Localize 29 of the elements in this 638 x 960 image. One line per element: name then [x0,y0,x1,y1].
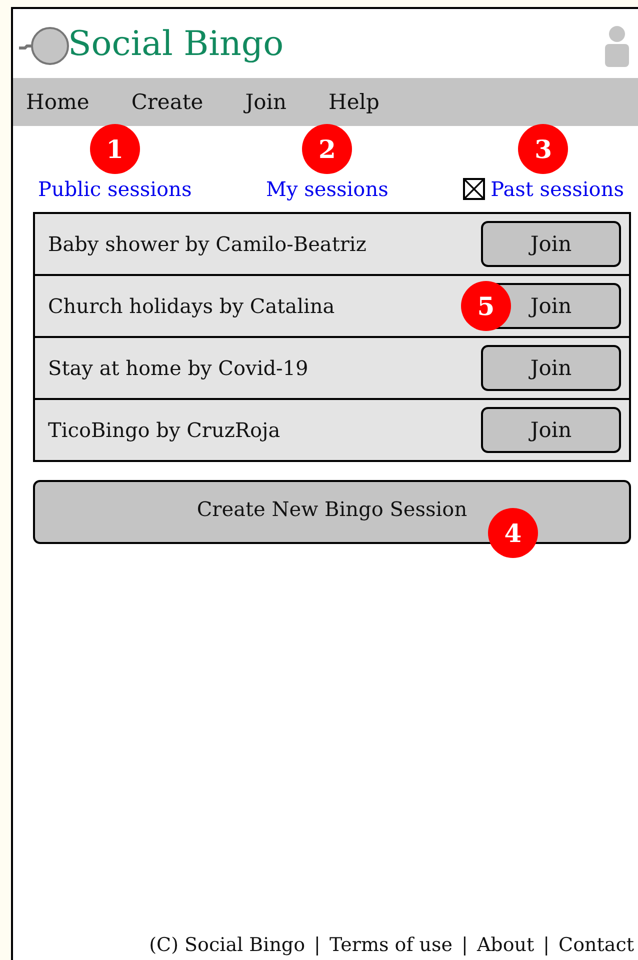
join-button[interactable]: Join [481,221,621,267]
separator: | [314,934,320,956]
session-name: Stay at home by Covid-19 [48,356,308,380]
session-name: Church holidays by Catalina [48,294,335,318]
copyright-text: (C) Social Bingo [149,934,306,956]
user-icon [604,24,630,66]
footer-link[interactable]: Contact [558,934,634,956]
footer-link[interactable]: Terms of use [329,934,453,956]
logo-icon [18,26,70,64]
callout-tooltip: 5 [461,281,511,331]
tab-link[interactable]: Past sessions [490,177,624,201]
join-button[interactable]: Join [481,345,621,391]
callout-tooltip: 2 [302,124,352,174]
footer-link[interactable]: About [476,934,534,956]
checkbox[interactable] [462,178,485,200]
separator: | [543,934,550,956]
tab-link[interactable]: My sessions [266,177,388,201]
tab-link[interactable]: Public sessions [38,177,192,201]
nav-link[interactable]: Join [245,90,287,114]
join-button[interactable]: Join [481,407,621,453]
app-title: Social Bingo [68,24,284,64]
separator: | [462,934,468,956]
session-name: Baby shower by Camilo-Beatriz [48,232,366,256]
callout-tooltip: 3 [518,124,568,174]
session-name: TicoBingo by CruzRoja [48,418,280,442]
nav-link[interactable]: Help [328,90,380,114]
nav-link[interactable]: Home [26,90,90,114]
nav-link[interactable]: Create [131,90,204,114]
callout-tooltip: 1 [90,124,140,174]
